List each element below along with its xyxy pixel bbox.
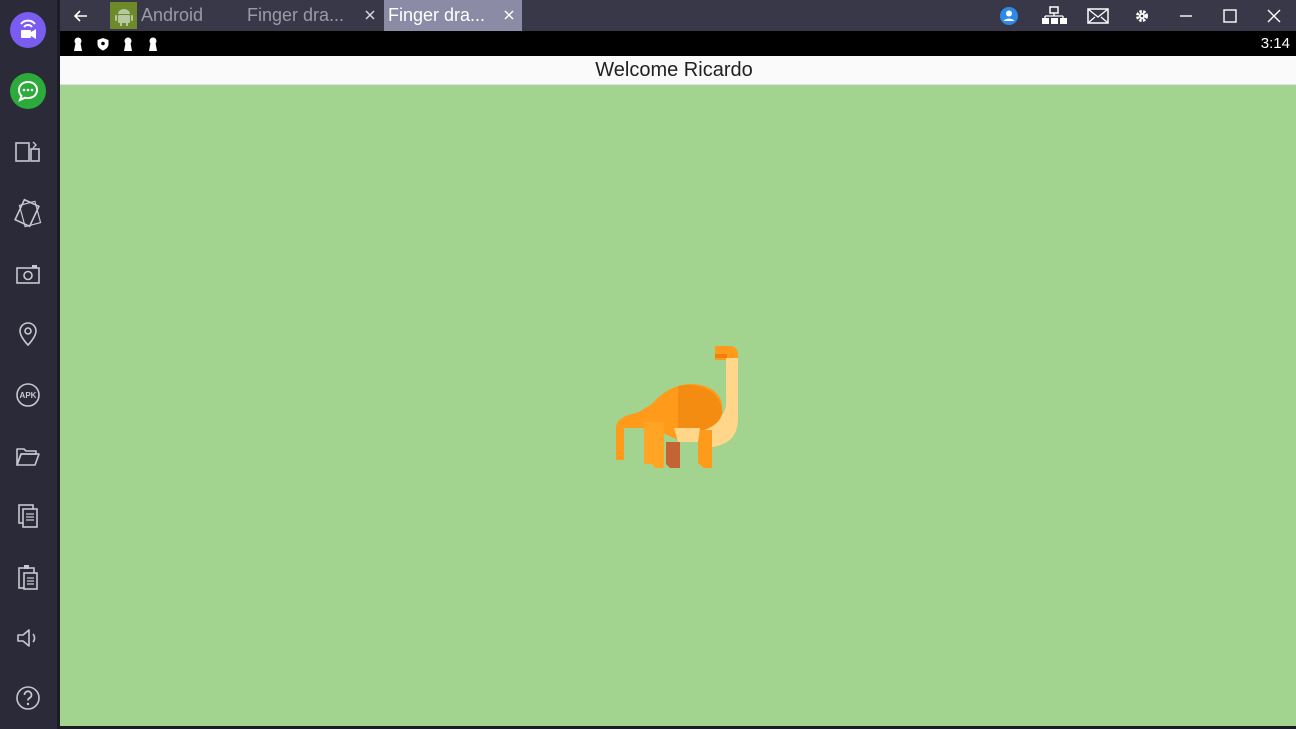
tab-finger-drawing-2[interactable]: Finger dra... xyxy=(384,0,522,31)
keyhole-icon xyxy=(122,37,134,56)
android-status-bar: 3:14 xyxy=(60,31,1296,56)
chat-icon[interactable] xyxy=(8,71,48,111)
location-icon[interactable] xyxy=(8,314,48,354)
volume-icon[interactable] xyxy=(8,618,48,658)
tab-close-icon[interactable] xyxy=(361,6,379,24)
tab-close-icon[interactable] xyxy=(500,6,518,24)
app-title-bar: Welcome Ricardo xyxy=(60,56,1296,85)
folder-icon[interactable] xyxy=(8,436,48,476)
status-time: 3:14 xyxy=(1260,35,1290,52)
screenshot-icon[interactable] xyxy=(8,254,48,294)
tab-label: Android xyxy=(141,5,204,25)
close-icon[interactable] xyxy=(1264,6,1284,26)
dinosaur-icon xyxy=(614,342,742,468)
window-titlebar: Android Finger dra... Finger dra... xyxy=(60,0,1296,31)
emulator-sidebar: APK xyxy=(0,0,57,729)
multi-window-icon[interactable] xyxy=(8,132,48,172)
keyhole-icon xyxy=(72,37,84,56)
video-call-icon[interactable] xyxy=(8,10,48,50)
network-icon[interactable] xyxy=(1040,5,1068,27)
android-icon xyxy=(110,2,137,29)
tab-android[interactable]: Android xyxy=(106,0,242,31)
account-icon[interactable] xyxy=(998,5,1020,27)
drawing-canvas[interactable] xyxy=(60,85,1296,726)
tab-label: Finger dra... xyxy=(247,5,345,25)
maximize-icon[interactable] xyxy=(1220,6,1240,26)
minimize-icon[interactable] xyxy=(1176,6,1196,26)
tab-finger-drawing-1[interactable]: Finger dra... xyxy=(243,0,383,31)
tab-label: Finger dra... xyxy=(388,5,486,25)
copy-icon[interactable] xyxy=(8,496,48,536)
apk-label: APK xyxy=(20,391,37,400)
apk-icon[interactable]: APK xyxy=(8,375,48,415)
rotate-icon[interactable] xyxy=(8,193,48,233)
mail-icon[interactable] xyxy=(1086,6,1110,26)
back-arrow-icon[interactable] xyxy=(70,5,92,27)
page-title: Welcome Ricardo xyxy=(595,59,753,81)
keyhole-icon xyxy=(147,37,159,56)
help-icon[interactable] xyxy=(8,678,48,718)
paste-icon[interactable] xyxy=(8,557,48,597)
settings-icon[interactable] xyxy=(1132,6,1152,26)
shield-icon xyxy=(96,37,110,56)
